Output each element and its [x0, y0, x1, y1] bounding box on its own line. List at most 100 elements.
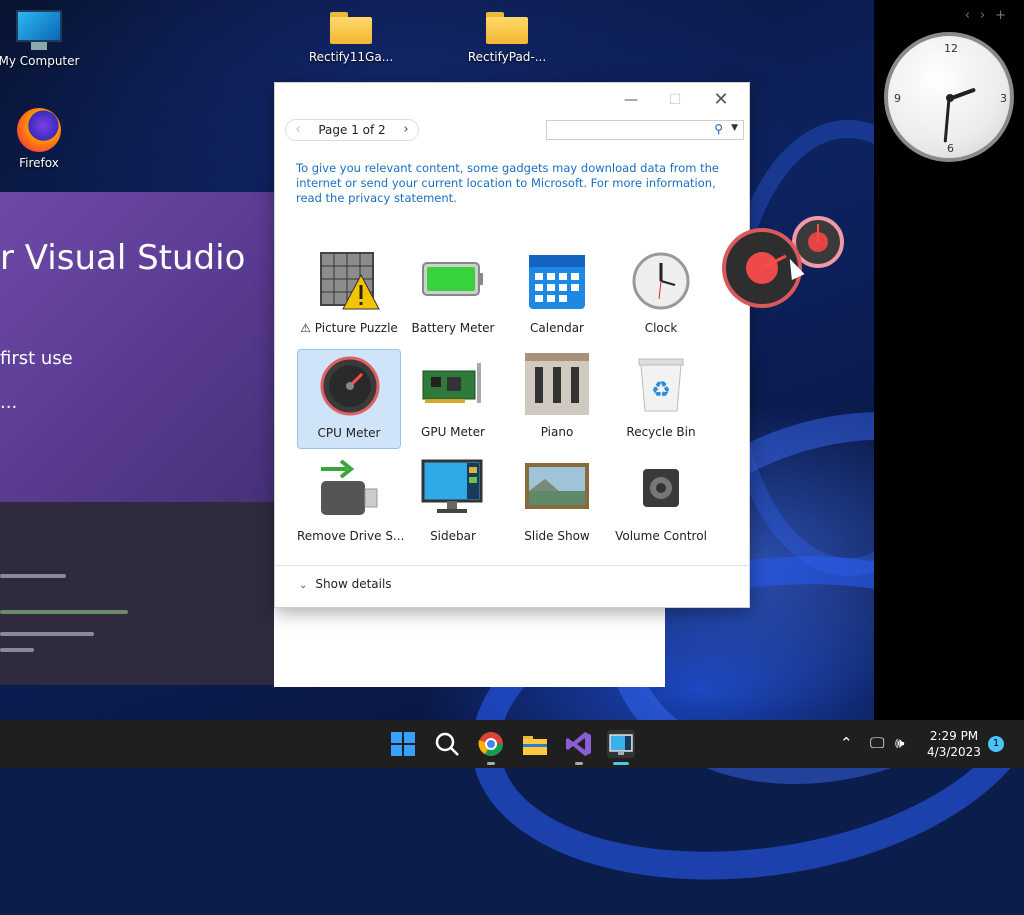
- desktop-icon-label: RectifyPad-...: [467, 50, 547, 64]
- svg-text:♻: ♻: [651, 378, 671, 403]
- code-line: [0, 648, 34, 652]
- network-icon[interactable]: 🖵: [870, 734, 884, 752]
- gadget-label: Volume Control: [615, 529, 707, 543]
- chrome-icon: [478, 732, 503, 756]
- tray-date: 4/3/2023: [927, 745, 981, 759]
- volume-icon[interactable]: 🕪: [895, 734, 904, 752]
- desktop-icon-label: My Computer: [0, 54, 80, 68]
- start-button[interactable]: [389, 730, 417, 758]
- add-gadget-icon[interactable]: +: [995, 8, 1016, 23]
- sidebar-monitor-icon: [421, 459, 483, 513]
- next-page-button[interactable]: ›: [398, 122, 414, 137]
- folder-icon: [330, 12, 372, 44]
- clock-icon: [632, 252, 690, 310]
- chevron-down-icon: ⌄: [299, 580, 308, 591]
- gpu-card-icon: [422, 363, 481, 403]
- desktop-icon-rectify11[interactable]: Rectify11Ga...: [306, 12, 396, 64]
- notification-badge[interactable]: 1: [988, 736, 1004, 752]
- search-icon: [435, 732, 459, 756]
- clock-number: 3: [1000, 92, 1007, 105]
- gadget-tile-cpu-meter[interactable]: CPU Meter: [297, 349, 401, 449]
- gadget-tile-piano[interactable]: Piano: [505, 349, 609, 449]
- clock-tray[interactable]: 2:29 PM 4/3/2023: [918, 728, 990, 760]
- slide-show-icon: [525, 463, 589, 509]
- active-indicator: [613, 762, 629, 765]
- gadget-tile-gpu-meter[interactable]: GPU Meter: [401, 349, 505, 449]
- folder-icon: [523, 736, 547, 755]
- picture-puzzle-icon: [320, 252, 380, 310]
- search-icon[interactable]: ⚲: [714, 122, 723, 136]
- piano-icon: [525, 353, 589, 415]
- clock-minute-hand: [943, 98, 951, 143]
- gadgets-taskbar-button[interactable]: [607, 730, 635, 758]
- gadget-label: Battery Meter: [411, 321, 495, 335]
- taskbar: ⌃ 🖵 🕪 2:29 PM 4/3/2023 1: [0, 720, 1024, 768]
- vs-splash-code-preview: [0, 502, 274, 685]
- search-input[interactable]: [547, 121, 715, 139]
- gadget-tile-clock[interactable]: Clock: [609, 245, 713, 345]
- clock-center: [946, 94, 954, 102]
- maximize-button[interactable]: ☐: [655, 87, 695, 113]
- desktop-icon-label: Firefox: [19, 156, 59, 170]
- chevron-up-icon[interactable]: ⌃: [840, 734, 853, 752]
- show-details-toggle[interactable]: ⌄ Show details: [299, 577, 392, 591]
- gadget-label: Slide Show: [524, 529, 590, 543]
- gadget-tile-remove-drive[interactable]: Remove Drive S...: [297, 453, 405, 553]
- folder-icon: [486, 12, 528, 44]
- battery-icon: [422, 262, 483, 296]
- gadgets-icon: [609, 734, 633, 755]
- visual-studio-icon: [566, 732, 591, 756]
- usb-drive-icon: [321, 459, 378, 515]
- clock-gadget[interactable]: 12 3 6 9: [884, 32, 1014, 162]
- file-explorer-taskbar-button[interactable]: [521, 730, 549, 758]
- page-selector: ‹ Page 1 of 2 ›: [285, 119, 419, 141]
- gadget-label: Calendar: [530, 321, 584, 335]
- firefox-icon: [17, 108, 61, 152]
- privacy-notice-link[interactable]: To give you relevant content, some gadge…: [296, 161, 726, 206]
- code-line: [0, 632, 94, 636]
- gadget-tile-picture-puzzle[interactable]: ⚠ Picture Puzzle: [297, 245, 401, 345]
- show-details-label: Show details: [315, 577, 392, 591]
- calendar-icon: [529, 255, 585, 309]
- monitor-stand: [31, 42, 47, 50]
- gadget-tile-recycle-bin[interactable]: ♻ Recycle Bin: [609, 349, 713, 449]
- chrome-taskbar-button[interactable]: [477, 730, 505, 758]
- chevron-right-icon[interactable]: ›: [980, 8, 995, 23]
- vs-splash-progress: ...: [0, 392, 18, 413]
- gadget-tile-slide-show[interactable]: Slide Show: [505, 453, 609, 553]
- gadget-label: Remove Drive S...: [297, 529, 405, 543]
- clock-number: 6: [947, 142, 954, 155]
- desktop-icon-rectifypad[interactable]: RectifyPad-...: [462, 12, 552, 64]
- clock-number: 9: [894, 92, 901, 105]
- gadget-label: Clock: [644, 321, 678, 335]
- gadget-gallery-window: — ☐ ✕ ‹ Page 1 of 2 › ⚲ ▼ To give you re…: [274, 82, 750, 608]
- chevron-left-icon[interactable]: ‹: [965, 8, 980, 23]
- minimize-button[interactable]: —: [611, 87, 651, 113]
- desktop-icon-label: Rectify11Ga...: [308, 50, 394, 64]
- tray-time: 2:29 PM: [929, 729, 979, 743]
- close-button[interactable]: ✕: [701, 87, 741, 113]
- background-window: [274, 606, 665, 687]
- code-line: [0, 610, 128, 614]
- speaker-icon: [643, 469, 679, 507]
- cpu-meter-icon: [320, 356, 380, 416]
- gadget-tile-battery-meter[interactable]: Battery Meter: [401, 245, 505, 345]
- desktop-icon-my-computer[interactable]: My Computer: [0, 10, 84, 68]
- footer-divider: [275, 565, 749, 566]
- desktop-icon-firefox[interactable]: Firefox: [0, 108, 84, 170]
- visual-studio-splash: r Visual Studio first use ...: [0, 192, 274, 685]
- running-indicator: [487, 762, 495, 765]
- gadget-tile-sidebar[interactable]: Sidebar: [401, 453, 505, 553]
- recycle-bin-icon: ♻: [638, 358, 684, 412]
- chevron-down-icon[interactable]: ▼: [731, 123, 738, 133]
- gadget-label: Piano: [540, 425, 574, 439]
- gadget-label: ⚠ Picture Puzzle: [300, 321, 398, 335]
- search-button[interactable]: [433, 730, 461, 758]
- gadget-tile-calendar[interactable]: Calendar: [505, 245, 609, 345]
- gadget-tile-volume-control[interactable]: Volume Control: [609, 453, 713, 553]
- gadget-label: GPU Meter: [421, 425, 485, 439]
- gadget-label: Recycle Bin: [626, 425, 696, 439]
- gadget-label: Sidebar: [430, 529, 476, 543]
- visual-studio-taskbar-button[interactable]: [565, 730, 593, 758]
- gadget-search-box: ⚲ ▼: [546, 120, 744, 140]
